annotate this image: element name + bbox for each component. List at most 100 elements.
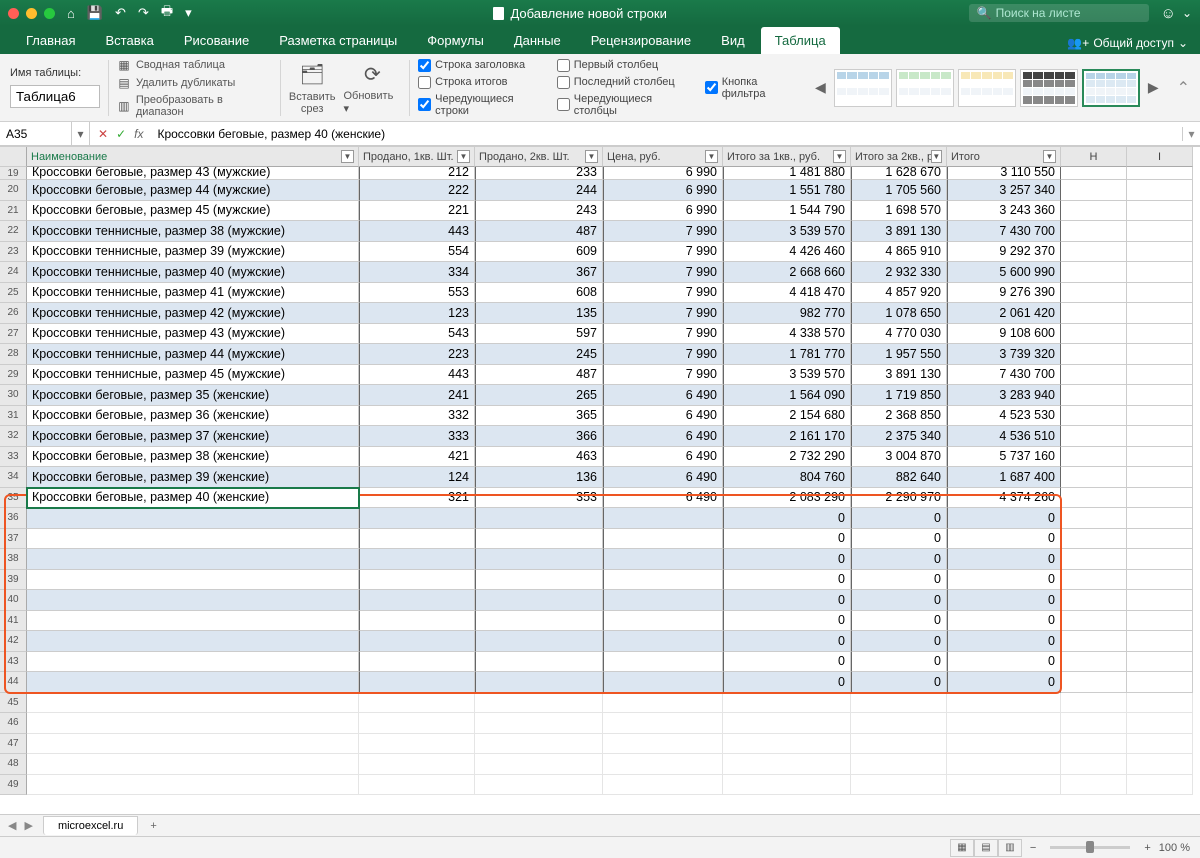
cell[interactable]: 0 [723,549,851,570]
formula-bar[interactable]: Кроссовки беговые, размер 40 (женские) [151,127,1182,141]
row-header[interactable]: 43 [0,652,27,673]
cell[interactable] [359,713,475,734]
filter-icon[interactable]: ▼ [833,150,846,163]
col-header-0[interactable]: Наименование▼ [27,147,359,167]
col-header-4[interactable]: Итого за 1кв., руб.▼ [723,147,851,167]
cell[interactable]: 804 760 [723,467,851,488]
cell[interactable] [947,775,1061,796]
cell[interactable]: 4 338 570 [723,324,851,345]
cell[interactable] [27,529,359,550]
cell[interactable]: 443 [359,221,475,242]
cell[interactable]: 366 [475,426,603,447]
cell[interactable] [851,754,947,775]
filter-icon[interactable]: ▼ [705,150,718,163]
zoom-slider[interactable] [1050,846,1130,849]
cell[interactable]: 0 [947,570,1061,591]
cell[interactable]: Кроссовки беговые, размер 39 (женские) [27,467,359,488]
cell[interactable] [1061,693,1127,714]
view-pagebreak[interactable]: ▥ [998,839,1022,857]
cell[interactable]: 5 737 160 [947,447,1061,468]
cell[interactable]: 367 [475,262,603,283]
tab-рисование[interactable]: Рисование [170,27,263,54]
cell[interactable] [475,631,603,652]
cell[interactable] [475,508,603,529]
cell[interactable] [851,713,947,734]
cell[interactable] [27,570,359,591]
convert-to-range-button[interactable]: ▥Преобразовать в диапазон [117,93,272,119]
cell[interactable] [1127,590,1193,611]
cell[interactable] [1127,303,1193,324]
cell[interactable]: 223 [359,344,475,365]
cell[interactable] [603,652,723,673]
col-header-I[interactable]: I [1127,147,1193,167]
cell[interactable]: 1 687 400 [947,467,1061,488]
cell[interactable] [475,754,603,775]
cell[interactable]: 4 523 530 [947,406,1061,427]
table-style-2[interactable] [958,69,1016,107]
cell[interactable] [1061,611,1127,632]
cell[interactable] [1061,180,1127,201]
cell[interactable]: 365 [475,406,603,427]
cell[interactable]: 0 [723,672,851,693]
cell[interactable] [1061,426,1127,447]
cell[interactable]: 2 368 850 [851,406,947,427]
cell[interactable] [1127,283,1193,304]
cell[interactable] [1061,631,1127,652]
cell[interactable] [1061,344,1127,365]
cell[interactable]: 1 719 850 [851,385,947,406]
col-header-H[interactable]: H [1061,147,1127,167]
cell[interactable] [851,693,947,714]
cell[interactable]: 7 990 [603,262,723,283]
cell[interactable] [723,775,851,796]
cell[interactable]: 0 [723,529,851,550]
sheet-tab[interactable]: microexcel.ru [43,816,138,835]
cell[interactable]: 332 [359,406,475,427]
cell[interactable]: 6 490 [603,447,723,468]
save-icon[interactable]: 💾 [87,5,103,21]
cell[interactable]: Кроссовки теннисные, размер 42 (мужские) [27,303,359,324]
cell[interactable] [475,529,603,550]
cell[interactable] [359,590,475,611]
cell[interactable]: 0 [947,631,1061,652]
cell[interactable]: 608 [475,283,603,304]
cell[interactable] [947,754,1061,775]
cell[interactable] [359,775,475,796]
cell[interactable]: 265 [475,385,603,406]
cell[interactable] [1127,549,1193,570]
cell[interactable]: 421 [359,447,475,468]
row-header[interactable]: 38 [0,549,27,570]
cell[interactable]: 6 990 [603,180,723,201]
cell[interactable] [475,590,603,611]
cell[interactable] [475,549,603,570]
cell[interactable]: 212 [359,167,475,180]
cell[interactable]: Кроссовки теннисные, размер 39 (мужские) [27,242,359,263]
row-header[interactable]: 23 [0,242,27,263]
cell[interactable] [27,754,359,775]
cell[interactable]: 6 490 [603,385,723,406]
cell[interactable]: 0 [851,611,947,632]
cell[interactable] [359,508,475,529]
sheet-nav-last[interactable]: ▶ [24,819,32,832]
cell[interactable]: 3 891 130 [851,365,947,386]
cell[interactable]: 2 375 340 [851,426,947,447]
cell[interactable]: 2 932 330 [851,262,947,283]
cell[interactable]: 0 [851,652,947,673]
refresh-button[interactable]: ⟳ Обновить ▾ [344,60,402,115]
row-header[interactable]: 20 [0,180,27,201]
cell[interactable] [475,693,603,714]
cell[interactable]: 0 [851,570,947,591]
cell[interactable]: 2 290 970 [851,488,947,509]
cell[interactable] [603,631,723,652]
cell[interactable]: 1 551 780 [723,180,851,201]
cell[interactable]: Кроссовки беговые, размер 37 (женские) [27,426,359,447]
cell[interactable]: 2 161 170 [723,426,851,447]
cell[interactable]: Кроссовки теннисные, размер 44 (мужские) [27,344,359,365]
cell[interactable]: 2 732 290 [723,447,851,468]
cell[interactable] [603,611,723,632]
last-col-checkbox[interactable]: Последний столбец [557,76,697,89]
cell[interactable] [27,775,359,796]
total-row-checkbox[interactable]: Строка итогов [418,76,549,89]
cell[interactable]: 3 539 570 [723,365,851,386]
cell[interactable] [1127,324,1193,345]
cell[interactable]: 2 154 680 [723,406,851,427]
